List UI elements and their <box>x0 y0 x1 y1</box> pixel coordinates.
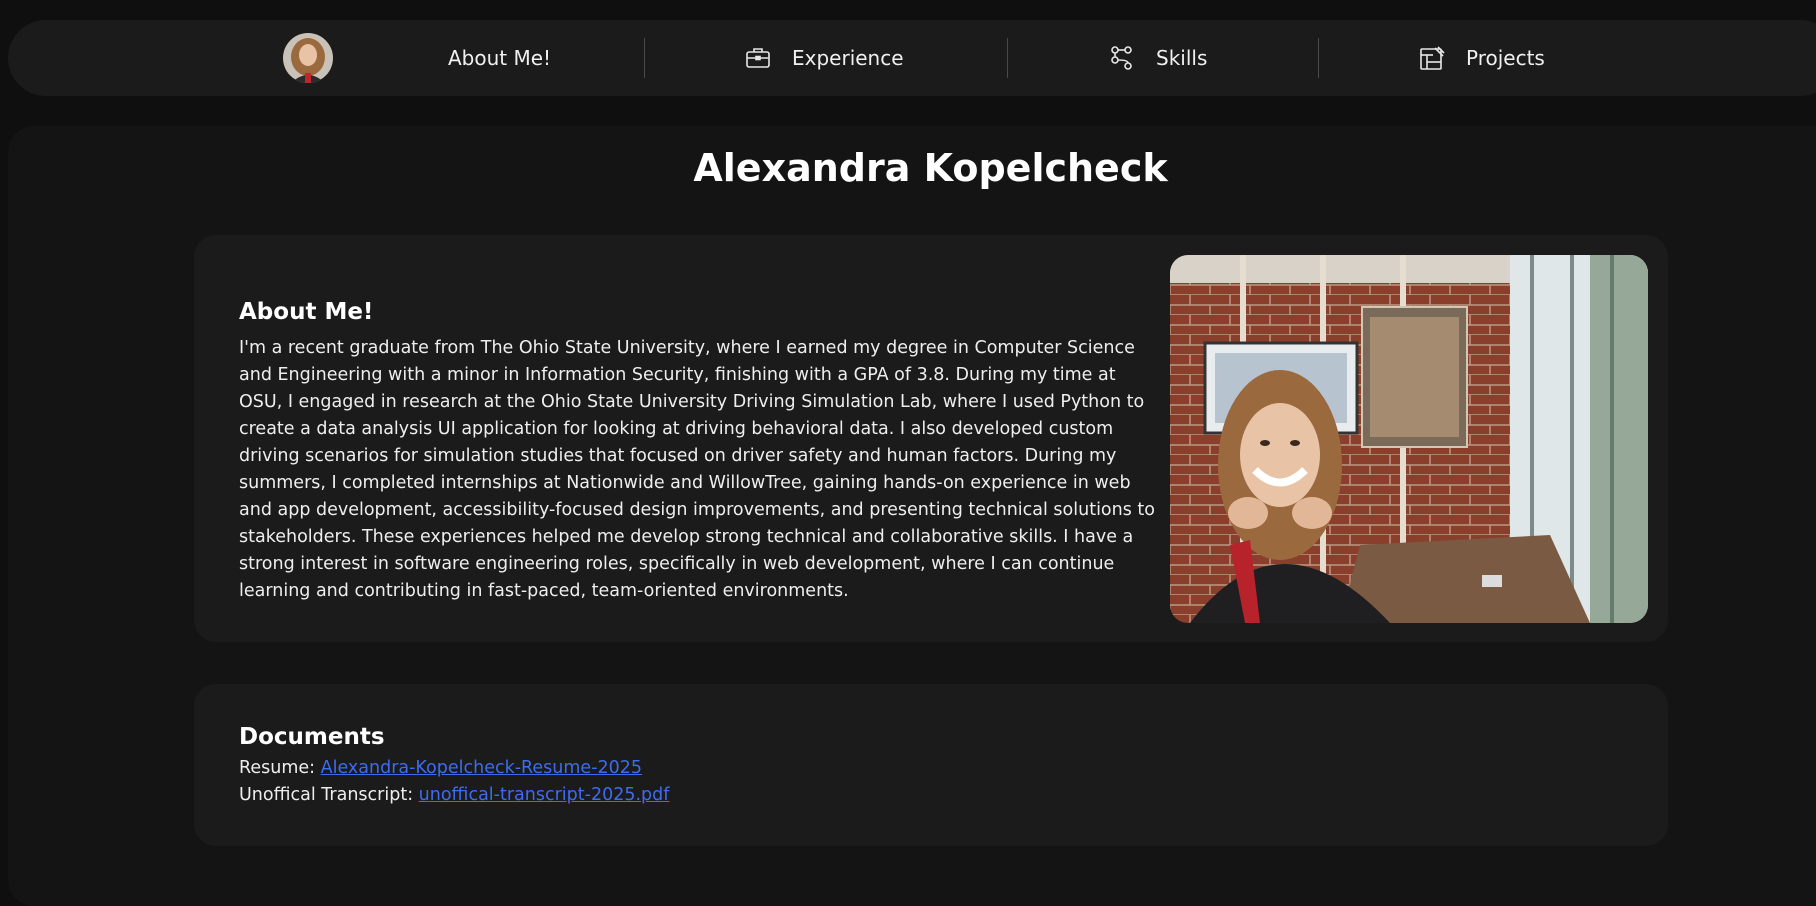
transcript-label: Unoffical Transcript: <box>239 785 419 805</box>
nav-projects-label: Projects <box>1466 46 1545 70</box>
nav-avatar[interactable] <box>283 33 333 83</box>
nav-item-skills[interactable]: Skills <box>1108 20 1207 96</box>
nav-item-projects[interactable]: Projects <box>1418 20 1545 96</box>
nav-divider <box>1007 38 1008 78</box>
documents-heading: Documents <box>239 724 385 750</box>
transcript-link[interactable]: unoffical-transcript-2025.pdf <box>419 785 670 805</box>
resume-link[interactable]: Alexandra-Kopelcheck-Resume-2025 <box>321 758 642 778</box>
nav-divider <box>644 38 645 78</box>
nav-divider <box>1318 38 1319 78</box>
skills-diagram-icon <box>1108 44 1136 72</box>
about-text: I'm a recent graduate from The Ohio Stat… <box>239 338 1155 601</box>
nav-skills-label: Skills <box>1156 46 1208 70</box>
avatar-photo <box>283 33 333 83</box>
transcript-line: Unoffical Transcript: unoffical-transcri… <box>239 785 669 805</box>
nav-item-about[interactable]: About Me! <box>448 20 551 96</box>
projects-board-icon <box>1418 44 1446 72</box>
about-card: About Me! I'm a recent graduate from The… <box>194 235 1668 642</box>
nav-experience-label: Experience <box>792 46 904 70</box>
about-heading: About Me! <box>239 299 374 325</box>
profile-photo <box>1170 255 1648 623</box>
briefcase-icon <box>744 44 772 72</box>
nav-item-experience[interactable]: Experience <box>744 20 904 96</box>
page-title: Alexandra Kopelcheck <box>693 146 1168 190</box>
nav-about-label: About Me! <box>448 46 552 70</box>
resume-line: Resume: Alexandra-Kopelcheck-Resume-2025 <box>239 758 642 778</box>
documents-card: Documents Resume: Alexandra-Kopelcheck-R… <box>194 684 1668 846</box>
resume-label: Resume: <box>239 758 321 778</box>
